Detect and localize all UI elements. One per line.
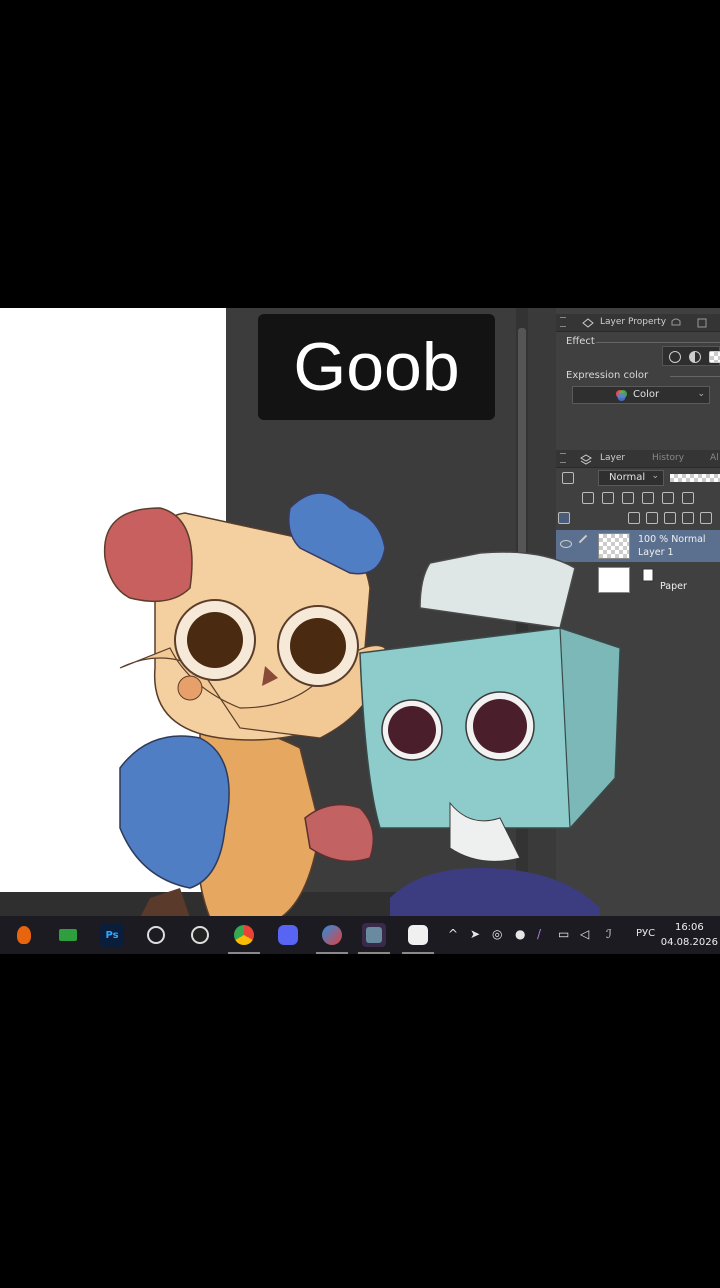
fl-studio-icon[interactable] [12,923,36,947]
clock-time: 16:06 [674,922,704,933]
active-app-indicator [402,952,434,954]
active-app-indicator [228,952,260,954]
microphone-icon[interactable]: ● [515,927,525,941]
tissue-box-character [359,551,621,916]
video-title-overlay: Goob [258,314,495,420]
windows-taskbar: Ps ^ ➤ ◎ ● / ▭ ◁ ℐ РУС 16:06 04.08.2026 [0,916,720,954]
network-icon[interactable]: ▭ [558,927,569,941]
active-app-indicator [358,952,390,954]
screen-recording: Layer Property Effect Expression color C… [0,308,720,954]
obs-like-icon[interactable] [144,923,168,947]
discord-icon[interactable] [276,923,300,947]
video-title: Goob [293,329,460,405]
clock-date: 04.08.2026 [660,937,718,948]
edge-like-icon[interactable] [320,923,344,947]
tray-overflow-icon[interactable]: ^ [448,927,458,941]
volume-icon[interactable]: ◁ [580,927,589,941]
clip-studio-icon[interactable] [406,923,430,947]
obs-icon[interactable] [188,923,212,947]
game-icon[interactable] [362,923,386,947]
feather-icon[interactable]: / [537,927,541,941]
photoshop-icon[interactable]: Ps [100,923,124,947]
green-app-icon[interactable] [56,923,80,947]
telegram-icon[interactable]: ➤ [470,927,480,941]
owl-character [103,492,386,916]
tray-app-icon[interactable]: ◎ [492,927,502,941]
pen-input-icon[interactable]: ℐ [606,927,612,941]
system-clock[interactable]: 16:06 04.08.2026 [661,920,718,950]
language-indicator[interactable]: РУС [636,928,655,939]
active-app-indicator [316,952,348,954]
chrome-icon[interactable] [232,923,256,947]
